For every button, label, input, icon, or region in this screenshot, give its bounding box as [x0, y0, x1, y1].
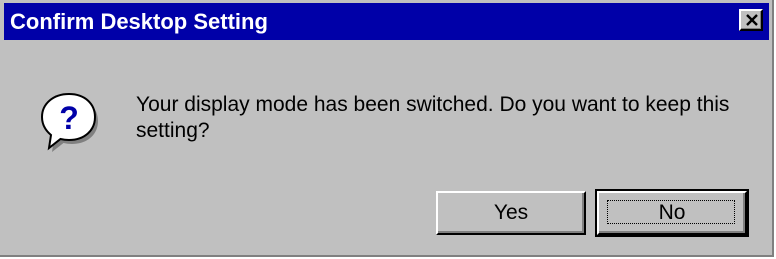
window-title: Confirm Desktop Setting	[10, 9, 268, 34]
close-x-icon	[746, 14, 758, 26]
confirm-desktop-setting-dialog: Confirm Desktop Setting ? Your display m…	[0, 0, 774, 257]
yes-button[interactable]: Yes	[436, 191, 586, 235]
title-bar[interactable]: Confirm Desktop Setting	[4, 3, 769, 40]
no-button-label: No	[658, 201, 686, 224]
question-balloon-icon: ?	[38, 90, 102, 154]
no-button[interactable]: No	[595, 189, 749, 237]
svg-text:?: ?	[59, 100, 79, 136]
yes-button-label: Yes	[493, 201, 529, 224]
close-button[interactable]	[739, 9, 763, 31]
dialog-message: Your display mode has been switched. Do …	[136, 93, 730, 142]
